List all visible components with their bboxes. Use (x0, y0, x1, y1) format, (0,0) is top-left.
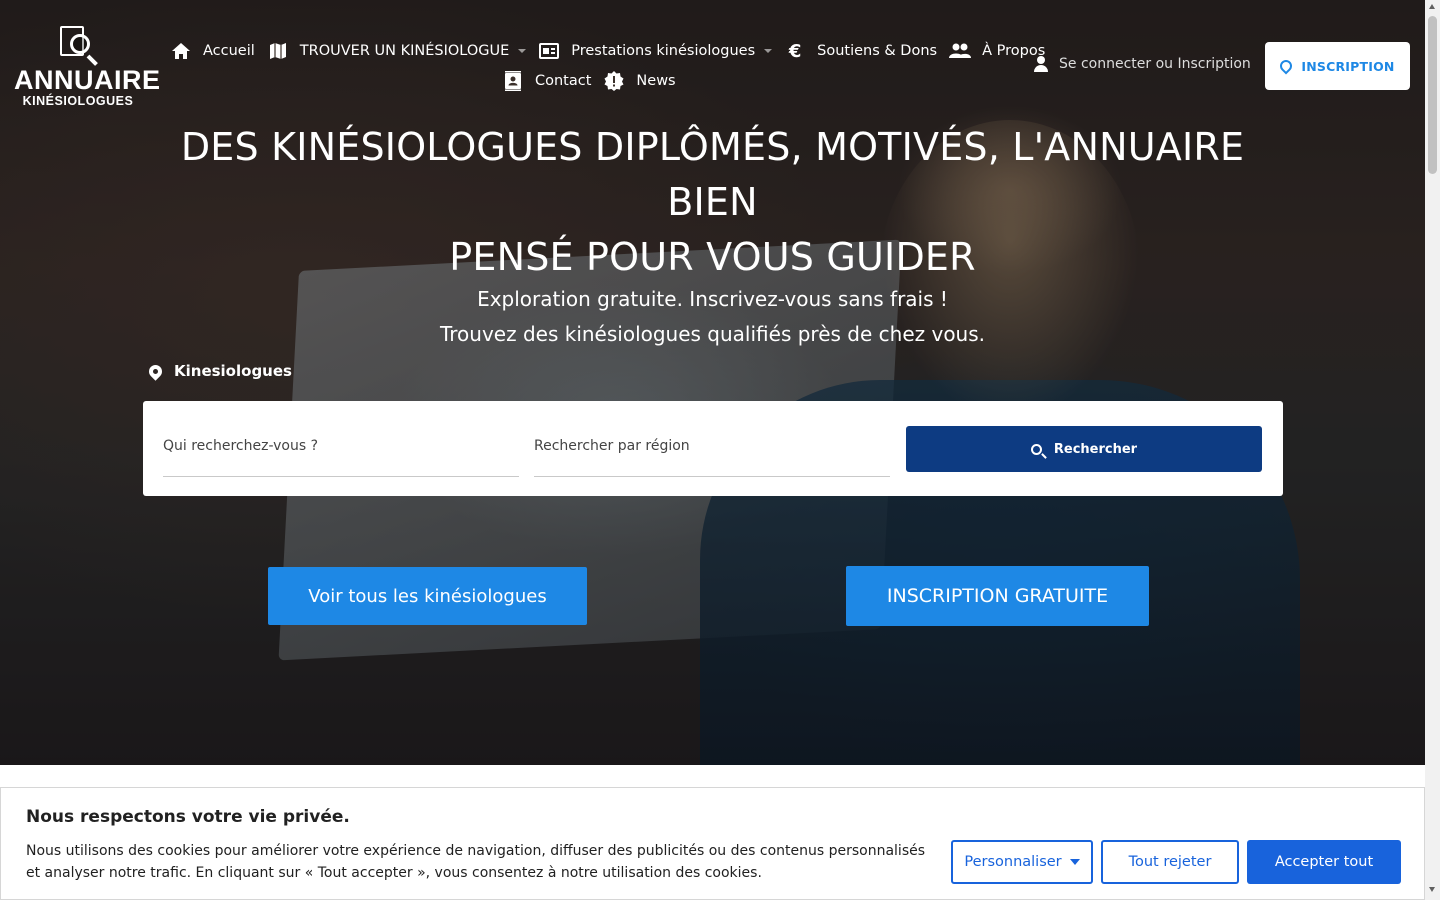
cookie-customize-button[interactable]: Personnaliser (951, 840, 1093, 884)
search-button-label: Rechercher (1053, 441, 1138, 457)
scroll-down-icon[interactable] (1429, 887, 1435, 892)
search-region-input[interactable]: Rechercher par région (534, 429, 890, 477)
nav-label: Contact (535, 73, 592, 89)
cookie-text: Nous utilisons des cookies pour améliore… (26, 843, 926, 881)
cookie-title: Nous respectons votre vie privée. (26, 807, 350, 827)
search-form: Qui recherchez-vous ? Rechercher par rég… (143, 401, 1283, 496)
search-who-placeholder: Qui recherchez-vous ? (163, 438, 319, 454)
user-icon (1032, 55, 1050, 73)
nav-item-contact[interactable]: Contact (502, 70, 591, 92)
page-scrollbar[interactable] (1425, 0, 1440, 900)
scrollbar-thumb[interactable] (1428, 16, 1437, 174)
people-icon (949, 40, 972, 62)
nav-item-news[interactable]: News (603, 70, 676, 92)
search-region-placeholder: Rechercher par région (534, 438, 690, 454)
login-link[interactable]: Se connecter ou Inscription (1032, 55, 1251, 73)
nav-label: TROUVER UN KINÉSIOLOGUE (299, 43, 510, 59)
free-signup-button[interactable]: INSCRIPTION GRATUITE (846, 566, 1149, 626)
hero-subtitle-line2: Trouvez des kinésiologues qualifiés près… (439, 322, 986, 346)
nav-item-prestations[interactable]: Prestations kinésiologues (538, 40, 773, 62)
map-icon (267, 40, 289, 62)
location-pin-icon (1277, 57, 1295, 75)
scroll-up-icon[interactable] (1429, 4, 1435, 9)
hero-headline-line1: DES KINÉSIOLOGUES DIPLÔMÉS, MOTIVÉS, L'A… (180, 125, 1245, 224)
inscription-label: INSCRIPTION (1301, 58, 1395, 74)
cookie-accept-label: Accepter tout (1274, 854, 1374, 870)
hero-background (0, 0, 1425, 765)
nav-label: Accueil (203, 43, 255, 59)
free-signup-label: INSCRIPTION GRATUITE (886, 585, 1109, 607)
badge-alert-icon (603, 70, 625, 92)
nav-item-accueil[interactable]: Accueil (170, 40, 255, 62)
newspaper-icon (538, 40, 560, 62)
nav-item-apropos[interactable]: À Propos (949, 40, 1045, 62)
euro-icon: € (788, 40, 802, 62)
cookie-accept-button[interactable]: Accepter tout (1247, 840, 1401, 884)
see-all-kinesiologists-button[interactable]: Voir tous les kinésiologues (268, 567, 587, 625)
cookie-reject-button[interactable]: Tout rejeter (1101, 840, 1239, 884)
contact-card-icon (502, 70, 524, 92)
chevron-down-icon (518, 49, 527, 53)
category-label-text: Kinesiologues (174, 362, 292, 380)
cookie-consent-banner: Nous respectons votre vie privée. Nous u… (0, 787, 1425, 900)
logo-title: ANNUAIRE (14, 65, 161, 95)
hero-subtitle-line1: Exploration gratuite. Inscrivez-vous san… (477, 287, 948, 311)
site-logo[interactable]: ANNUAIRE KINÉSIOLOGUES (14, 24, 161, 110)
cookie-reject-label: Tout rejeter (1128, 854, 1212, 870)
nav-label: Soutiens & Dons (817, 43, 938, 59)
hero-subtitle: Exploration gratuite. Inscrivez-vous san… (300, 282, 1125, 352)
home-icon (170, 40, 192, 62)
search-button[interactable]: Rechercher (906, 426, 1262, 472)
hero-headline-line2: PENSÉ POUR VOUS GUIDER (449, 235, 976, 279)
cookie-customize-label: Personnaliser (964, 854, 1062, 870)
search-icon (1030, 443, 1042, 455)
search-who-input[interactable]: Qui recherchez-vous ? (163, 429, 519, 477)
nav-label: News (636, 73, 676, 89)
main-nav: Accueil TROUVER UN KINÉSIOLOGUE Prestati… (170, 36, 1045, 96)
nav-item-trouver[interactable]: TROUVER UN KINÉSIOLOGUE (267, 40, 527, 62)
logo-subtitle: KINÉSIOLOGUES (22, 94, 134, 108)
location-pin-icon (146, 361, 165, 381)
nav-label: Prestations kinésiologues (571, 43, 756, 59)
see-all-label: Voir tous les kinésiologues (308, 585, 547, 607)
hero-headline: DES KINÉSIOLOGUES DIPLÔMÉS, MOTIVÉS, L'A… (140, 120, 1285, 285)
category-label: Kinesiologues (146, 361, 292, 381)
caret-down-icon (1069, 859, 1080, 865)
magnifier-document-icon (56, 24, 100, 66)
inscription-button[interactable]: INSCRIPTION (1265, 42, 1410, 90)
nav-item-soutiens[interactable]: € Soutiens & Dons (784, 40, 937, 62)
chevron-down-icon (764, 49, 773, 53)
login-label: Se connecter ou Inscription (1059, 56, 1251, 72)
